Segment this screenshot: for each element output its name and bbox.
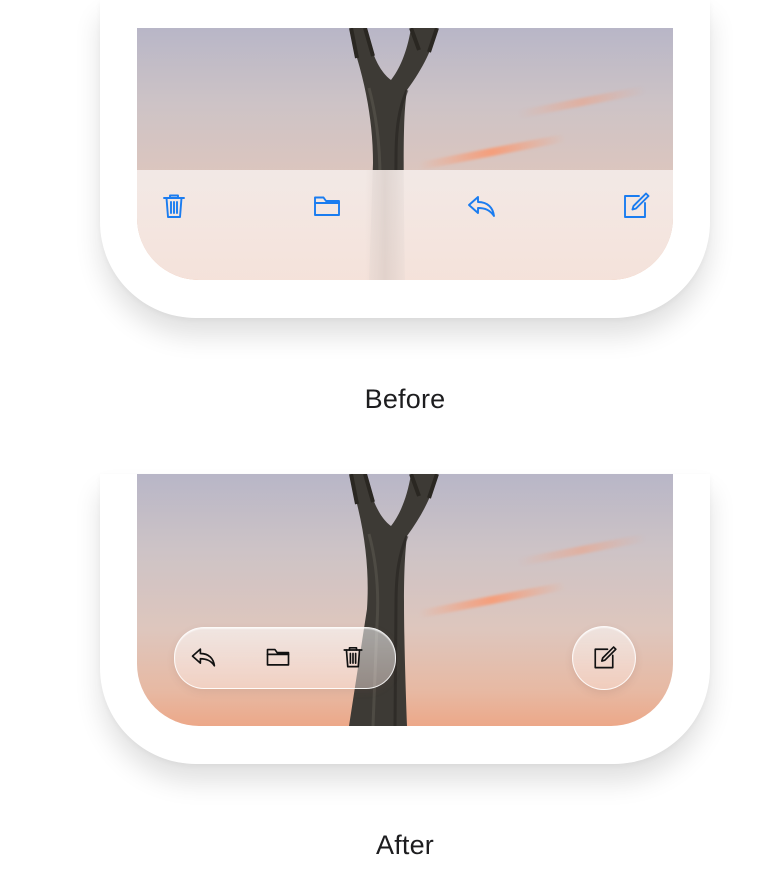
reply-icon — [468, 196, 495, 217]
reply-button[interactable] — [463, 188, 499, 224]
move-to-folder-button[interactable] — [309, 188, 345, 224]
bottom-toolbar — [137, 170, 673, 280]
phone-frame-before — [100, 0, 710, 318]
floating-toolbar-group — [174, 627, 396, 689]
wallpaper-before — [137, 28, 673, 280]
trash-icon — [163, 194, 185, 218]
phone-frame-after — [100, 474, 710, 764]
folder-icon — [266, 648, 290, 666]
delete-button[interactable] — [156, 188, 192, 224]
compose-button[interactable] — [617, 188, 653, 224]
compose-icon — [594, 646, 617, 669]
reply-icon — [191, 648, 216, 667]
caption-before: Before — [364, 384, 446, 414]
folder-icon — [314, 196, 340, 216]
caption-after: After — [375, 830, 435, 860]
wallpaper-after — [137, 474, 673, 726]
compose-icon — [624, 192, 650, 218]
compose-button[interactable] — [572, 626, 636, 690]
trash-icon — [343, 646, 363, 668]
move-to-folder-button[interactable] — [261, 640, 295, 674]
reply-button[interactable] — [186, 640, 220, 674]
delete-button[interactable] — [336, 640, 370, 674]
